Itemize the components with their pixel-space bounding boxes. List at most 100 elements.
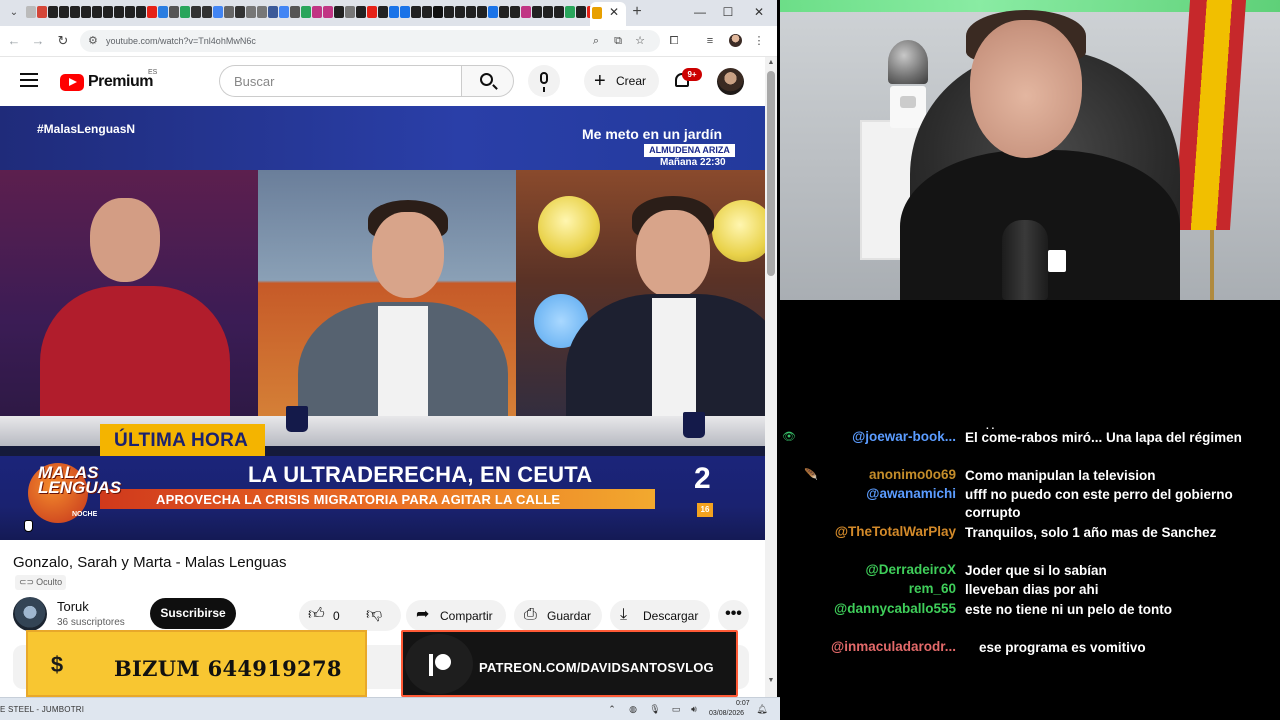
tab-favicon[interactable] (213, 6, 223, 18)
close-tab-icon[interactable]: ✕ (606, 4, 622, 20)
chat-username[interactable]: rem_60 (909, 581, 956, 596)
dislike-icon[interactable]: 👎︎ (366, 606, 382, 624)
tab-favicon[interactable] (378, 6, 388, 18)
tab-favicon[interactable] (422, 6, 432, 18)
tab-favicon[interactable] (125, 6, 135, 18)
tab-favicon[interactable] (488, 6, 498, 18)
tab-favicon[interactable] (92, 6, 102, 18)
download-button[interactable]: ⤓ Descargar (610, 600, 710, 631)
tab-favicon[interactable] (532, 6, 542, 18)
tab-favicon[interactable] (180, 6, 190, 18)
site-info-icon[interactable]: ⚙ (88, 34, 98, 48)
tab-favicon[interactable] (279, 6, 289, 18)
page-scrollbar[interactable]: ▲ ▼ (765, 57, 777, 697)
tab-favicon[interactable] (477, 6, 487, 18)
tab-favicon[interactable] (48, 6, 58, 18)
tab-favicon[interactable] (499, 6, 509, 18)
forward-arrow-icon[interactable]: → (30, 33, 46, 49)
microphone-tray-icon[interactable]: 🎙︎ (649, 703, 661, 715)
tab-favicon[interactable] (235, 6, 245, 18)
bookmark-star-icon[interactable]: ☆ (632, 34, 648, 48)
channel-avatar[interactable] (13, 597, 47, 631)
chat-username[interactable]: @awanamichi (866, 486, 956, 501)
menu-icon[interactable] (20, 73, 38, 87)
tab-favicon[interactable] (257, 6, 267, 18)
tab-favicon[interactable] (367, 6, 377, 18)
tab-favicon[interactable] (26, 6, 36, 18)
channel-name[interactable]: Toruk (57, 599, 89, 614)
tab-favicon[interactable] (510, 6, 520, 18)
minimize-button[interactable]: — (686, 4, 714, 20)
share-button[interactable]: ➦ Compartir (406, 600, 506, 631)
chat-username[interactable]: @dannycaballo555 (834, 601, 956, 616)
voice-search-button[interactable] (528, 65, 560, 97)
chat-username[interactable]: @inmaculadarodr... (831, 639, 956, 654)
tab-favicon[interactable] (290, 6, 300, 18)
new-tab-button[interactable]: + (628, 3, 646, 21)
profile-avatar[interactable] (729, 34, 742, 47)
search-box[interactable] (219, 65, 462, 97)
like-icon[interactable]: 👍︎ (308, 606, 325, 624)
account-avatar[interactable] (717, 68, 744, 95)
save-button[interactable]: ⎙ Guardar (514, 600, 602, 631)
media-control-icon[interactable]: ≡ (702, 33, 718, 49)
taskbar-clock-date[interactable]: 03/08/2026 (709, 710, 744, 717)
video-player[interactable]: #MalasLenguasN Me meto en un jardín ALMU… (0, 106, 765, 540)
tab-favicon[interactable] (136, 6, 146, 18)
network-icon[interactable]: ◍ (627, 703, 639, 715)
extensions-icon[interactable]: ⧠ (666, 33, 682, 49)
tab-favicon[interactable] (103, 6, 113, 18)
maximize-button[interactable]: ☐ (714, 4, 742, 20)
tab-favicon[interactable] (554, 6, 564, 18)
chat-username[interactable]: anonimo0o69 (869, 467, 956, 482)
tab-favicon[interactable] (246, 6, 256, 18)
subscribe-button[interactable]: Suscribirse (150, 598, 236, 629)
tab-favicon[interactable] (576, 6, 586, 18)
chat-username[interactable]: @DerradeiroX (866, 562, 956, 577)
chat-username[interactable]: @joewar-book... (852, 429, 956, 444)
search-button[interactable] (461, 65, 514, 97)
tab-favicon[interactable] (433, 6, 443, 18)
tab-favicon[interactable] (37, 6, 47, 18)
create-button[interactable]: + Crear (584, 65, 659, 97)
tab-favicon[interactable] (455, 6, 465, 18)
tab-favicon[interactable] (345, 6, 355, 18)
tab-favicon[interactable] (521, 6, 531, 18)
tab-favicon[interactable] (59, 6, 69, 18)
tab-favicon[interactable] (268, 6, 278, 18)
reload-icon[interactable]: ↻ (55, 33, 71, 49)
notifications-button[interactable]: 9+ (672, 68, 702, 93)
tray-chevron-up-icon[interactable]: ⌃ (606, 703, 618, 715)
tab-favicon[interactable] (411, 6, 421, 18)
taskbar-clock-time[interactable]: 0:07 (736, 700, 750, 707)
tab-favicon[interactable] (70, 6, 80, 18)
tab-favicon[interactable] (444, 6, 454, 18)
tab-favicon[interactable] (323, 6, 333, 18)
volume-icon[interactable]: 🔊︎ (688, 703, 700, 715)
more-actions-button[interactable]: ••• (718, 600, 749, 631)
tab-favicon[interactable] (565, 6, 575, 18)
tab-search-dropdown[interactable]: ⌄ (6, 5, 22, 21)
like-count[interactable]: 0 (333, 609, 340, 623)
browser-menu-icon[interactable]: ⋮ (751, 33, 767, 49)
tab-favicon[interactable] (169, 6, 179, 18)
tab-favicon[interactable] (312, 6, 322, 18)
tab-favicon[interactable] (389, 6, 399, 18)
zoom-icon[interactable]: ⌕ (588, 34, 604, 48)
tab-favicon[interactable] (466, 6, 476, 18)
now-playing-label[interactable]: E STEEL - JUMBOTRI (0, 705, 84, 714)
notifications-tray-icon[interactable]: 🔔︎ (756, 703, 768, 715)
tab-favicon[interactable] (191, 6, 201, 18)
tab-favicon[interactable] (147, 6, 157, 18)
search-input[interactable] (234, 73, 454, 89)
pinned-tab-favicons[interactable] (26, 6, 592, 20)
chat-username[interactable]: @TheTotalWarPlay (835, 524, 956, 539)
tab-favicon[interactable] (301, 6, 311, 18)
scroll-down-arrow-icon[interactable]: ▼ (767, 677, 775, 684)
tab-favicon[interactable] (202, 6, 212, 18)
display-tray-icon[interactable]: ▭ (670, 703, 682, 715)
close-window-button[interactable]: ✕ (745, 4, 773, 20)
tab-favicon[interactable] (400, 6, 410, 18)
tab-favicon[interactable] (334, 6, 344, 18)
tab-favicon[interactable] (356, 6, 366, 18)
